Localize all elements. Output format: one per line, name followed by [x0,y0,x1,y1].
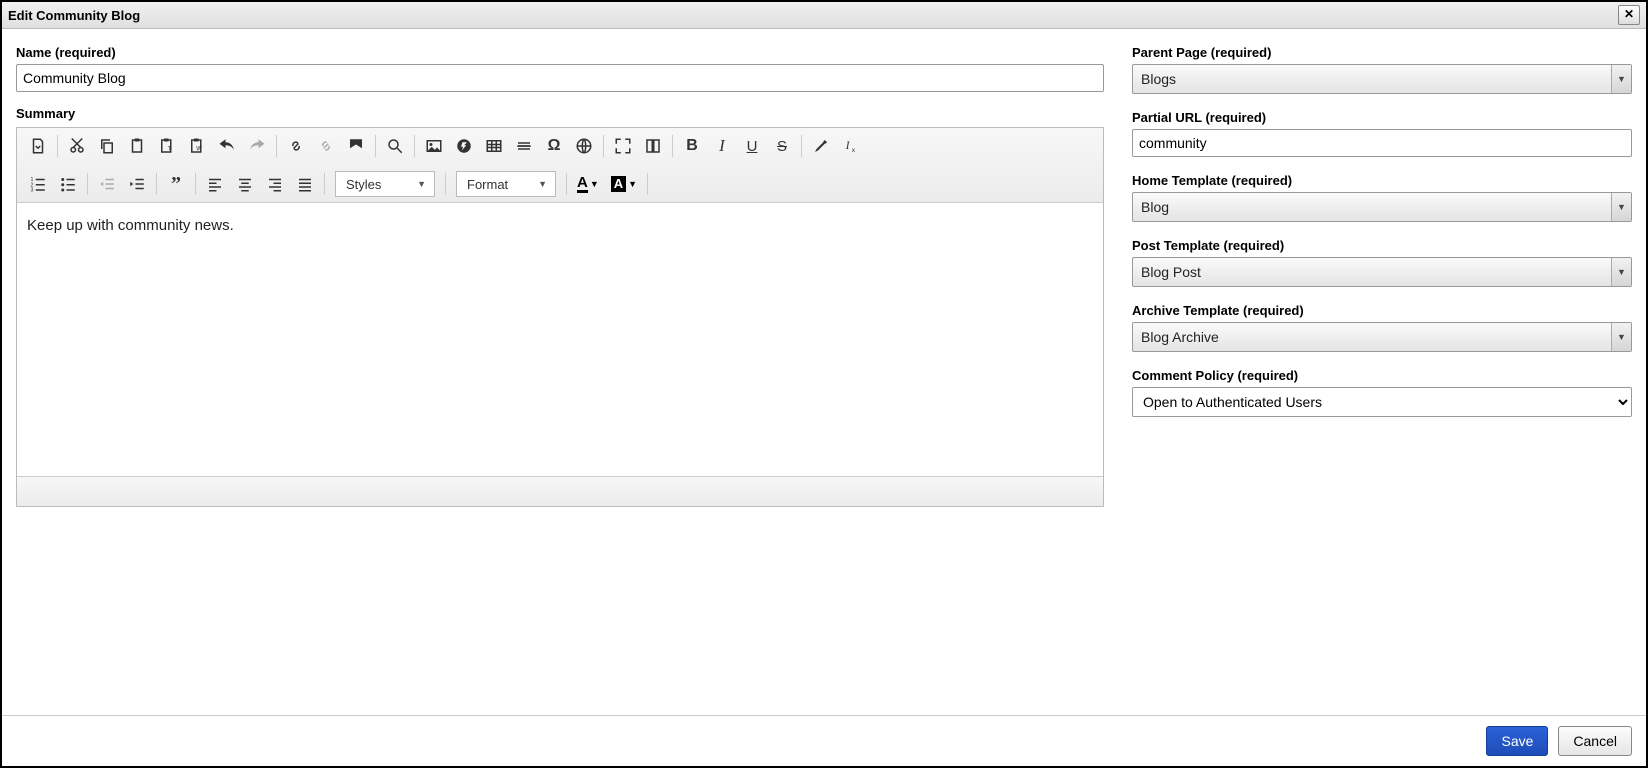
svg-text:T: T [168,147,172,153]
chevron-down-icon: ▼ [590,179,599,189]
styles-dropdown[interactable]: Styles ▼ [335,171,435,197]
archive-template-value: Blog Archive [1133,329,1611,345]
close-button[interactable]: ✕ [1618,5,1640,25]
align-center-icon[interactable] [231,170,259,198]
strike-icon[interactable]: S [768,132,796,160]
right-column: Parent Page (required) Blogs ▼ Partial U… [1132,39,1632,705]
align-left-icon[interactable] [201,170,229,198]
partial-url-input[interactable] [1132,129,1632,157]
flash-icon[interactable] [450,132,478,160]
svg-text:3: 3 [31,188,34,194]
text-color-button[interactable]: A ▼ [573,174,603,195]
chevron-down-icon: ▼ [628,179,637,189]
comment-policy-label: Comment Policy (required) [1132,368,1632,383]
editor-body[interactable]: Keep up with community news. [17,203,1103,476]
paste-text-icon[interactable]: T [153,132,181,160]
dialog-title: Edit Community Blog [8,8,140,23]
chevron-down-icon: ▼ [1611,193,1631,221]
save-button[interactable]: Save [1486,726,1548,756]
underline-icon[interactable]: U [738,132,766,160]
post-template-value: Blog Post [1133,264,1611,280]
maximize-icon[interactable] [609,132,637,160]
chevron-down-icon: ▼ [538,179,547,189]
styles-dropdown-label: Styles [346,177,381,192]
parent-page-value: Blogs [1133,71,1611,87]
parent-page-select[interactable]: Blogs ▼ [1132,64,1632,94]
editor-statusbar [17,476,1103,506]
numbered-list-icon[interactable]: 123 [24,170,52,198]
cancel-button[interactable]: Cancel [1558,726,1632,756]
chevron-down-icon: ▼ [1611,65,1631,93]
toolbar-row-1: T W [23,132,1097,160]
svg-text:x: x [852,147,856,154]
home-template-select[interactable]: Blog ▼ [1132,192,1632,222]
comment-policy-select[interactable]: Open to Authenticated Users [1132,387,1632,417]
archive-template-label: Archive Template (required) [1132,303,1632,318]
name-input[interactable] [16,64,1104,92]
bg-color-button[interactable]: A ▼ [607,174,641,194]
source-icon[interactable] [24,132,52,160]
dialog-footer: Save Cancel [2,715,1646,766]
chevron-down-icon: ▼ [1611,258,1631,286]
table-icon[interactable] [480,132,508,160]
indent-icon[interactable] [123,170,151,198]
special-char-icon[interactable]: Ω [540,132,568,160]
post-template-select[interactable]: Blog Post ▼ [1132,257,1632,287]
archive-template-select[interactable]: Blog Archive ▼ [1132,322,1632,352]
outdent-icon[interactable] [93,170,121,198]
remove-format-icon[interactable]: Ix [837,132,865,160]
bullet-list-icon[interactable] [54,170,82,198]
home-template-label: Home Template (required) [1132,173,1632,188]
partial-url-label: Partial URL (required) [1132,110,1632,125]
anchor-icon[interactable] [342,132,370,160]
link-icon[interactable] [282,132,310,160]
paste-word-icon[interactable]: W [183,132,211,160]
svg-text:I: I [845,140,851,152]
chevron-down-icon: ▼ [1611,323,1631,351]
italic-icon[interactable]: I [708,132,736,160]
chevron-down-icon: ▼ [417,179,426,189]
close-icon: ✕ [1624,7,1634,21]
editor-content: Keep up with community news. [27,217,234,234]
unlink-icon[interactable] [312,132,340,160]
undo-icon[interactable] [213,132,241,160]
content: Name (required) Summary [2,29,1646,715]
show-blocks-icon[interactable] [639,132,667,160]
format-dropdown[interactable]: Format ▼ [456,171,556,197]
redo-icon[interactable] [243,132,271,160]
cut-icon[interactable] [63,132,91,160]
blockquote-icon[interactable]: ” [162,170,190,198]
align-right-icon[interactable] [261,170,289,198]
toolbar-row-2: 123 ” [23,170,1097,198]
svg-text:W: W [196,147,202,153]
summary-label: Summary [16,106,1104,121]
post-template-label: Post Template (required) [1132,238,1632,253]
image-icon[interactable] [420,132,448,160]
rich-text-editor: T W [16,127,1104,507]
text-color-icon: A [577,176,588,193]
name-label: Name (required) [16,45,1104,60]
left-column: Name (required) Summary [16,39,1104,705]
find-icon[interactable] [381,132,409,160]
horizontal-rule-icon[interactable] [510,132,538,160]
home-template-value: Blog [1133,199,1611,215]
editor-toolbar: T W [17,128,1103,203]
format-dropdown-label: Format [467,177,508,192]
copy-icon[interactable] [93,132,121,160]
highlight-icon[interactable] [807,132,835,160]
bold-icon[interactable]: B [678,132,706,160]
paste-icon[interactable] [123,132,151,160]
bg-color-icon: A [611,176,626,192]
align-justify-icon[interactable] [291,170,319,198]
iframe-icon[interactable] [570,132,598,160]
parent-page-label: Parent Page (required) [1132,45,1632,60]
dialog: Edit Community Blog ✕ Name (required) Su… [0,0,1648,768]
titlebar: Edit Community Blog ✕ [2,2,1646,29]
